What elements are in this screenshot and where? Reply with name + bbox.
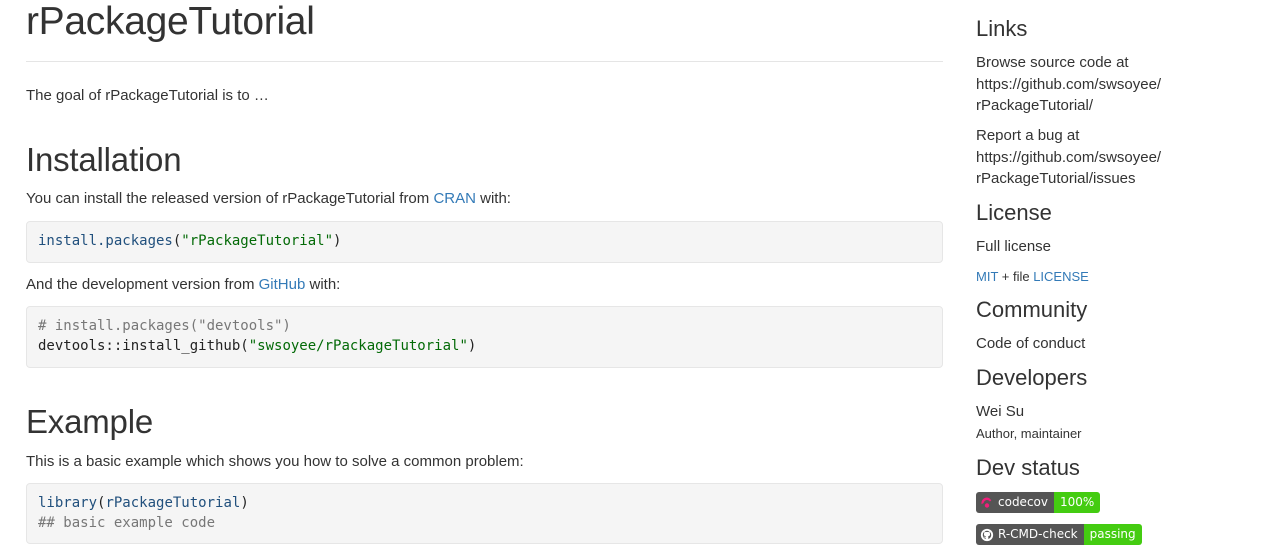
code-string: "swsoyee/rPackageTutorial" [248,338,468,354]
code-block-example[interactable]: library(rPackageTutorial) ## basic examp… [26,483,943,544]
codecov-icon [981,497,992,508]
code-comment: ## basic example code [38,515,216,531]
dev-text-after: with: [305,276,341,293]
full-license-link[interactable]: Full license [976,236,1051,257]
dev-text-before: And the development version from [26,276,259,293]
developers-heading: Developers [976,365,1088,390]
released-install-text: You can install the released version of … [26,189,511,209]
page-title: rPackageTutorial [26,0,315,43]
code-comment: # install.packages("devtools") [38,318,291,334]
example-text: This is a basic example which shows you … [26,453,524,470]
badge-left-label: R-CMD-check [998,527,1078,541]
plus-file-text: + file [998,269,1034,284]
browse-source-link-cont[interactable]: rPackageTutorial/ [976,95,1093,116]
community-heading: Community [976,297,1088,322]
developer-name: Wei Su [976,403,1025,420]
example-heading[interactable]: Example [26,403,153,441]
r-cmd-check-badge[interactable]: R-CMD-check passing [976,524,1142,545]
browse-source-label: Browse source code at [976,54,1129,71]
intro-text: The goal of rPackageTutorial is to … [26,87,269,104]
code-paren: ) [467,338,477,354]
badge-right-label: passing [1083,524,1142,545]
code-function: install.packages [38,233,173,249]
report-bug-link[interactable]: https://github.com/swsoyee/ [976,147,1161,168]
released-text-before: You can install the released version of … [26,190,434,207]
mit-link[interactable]: MIT [976,269,998,284]
code-paren: ( [240,338,249,354]
links-heading: Links [976,16,1028,41]
browse-source-link[interactable]: https://github.com/swsoyee/ [976,74,1161,95]
code-paren: ) [240,495,249,511]
license-line: MIT + file LICENSE [976,268,1089,286]
report-bug-label: Report a bug at [976,127,1080,144]
installation-heading[interactable]: Installation [26,141,182,179]
github-link[interactable]: GitHub [259,276,306,293]
badge-left: codecov [976,492,1054,513]
code-block-install-github[interactable]: # install.packages("devtools") devtools:… [26,306,943,368]
license-heading: License [976,200,1052,225]
badge-left: R-CMD-check [976,524,1084,545]
code-argument: rPackageTutorial [105,495,241,511]
codecov-badge[interactable]: codecov 100% [976,492,1101,513]
code-paren: ) [333,233,342,249]
cran-link[interactable]: CRAN [433,190,476,207]
code-function: library [38,495,98,511]
developer-role: Author, maintainer [976,426,1082,441]
github-icon [980,528,994,541]
badge-right-label: 100% [1053,492,1101,513]
dev-install-text: And the development version from GitHub … [26,275,340,295]
title-divider [26,61,943,62]
report-bug-link-cont[interactable]: rPackageTutorial/issues [976,168,1136,189]
badge-left-label: codecov [998,495,1048,509]
dev-status-heading: Dev status [976,455,1080,480]
code-function: devtools::install_github [38,338,241,354]
license-file-link[interactable]: LICENSE [1033,269,1089,284]
code-string: "rPackageTutorial" [181,233,334,249]
code-of-conduct-link[interactable]: Code of conduct [976,333,1085,354]
code-block-install-cran[interactable]: install.packages("rPackageTutorial") [26,221,943,263]
released-text-after: with: [475,190,511,207]
